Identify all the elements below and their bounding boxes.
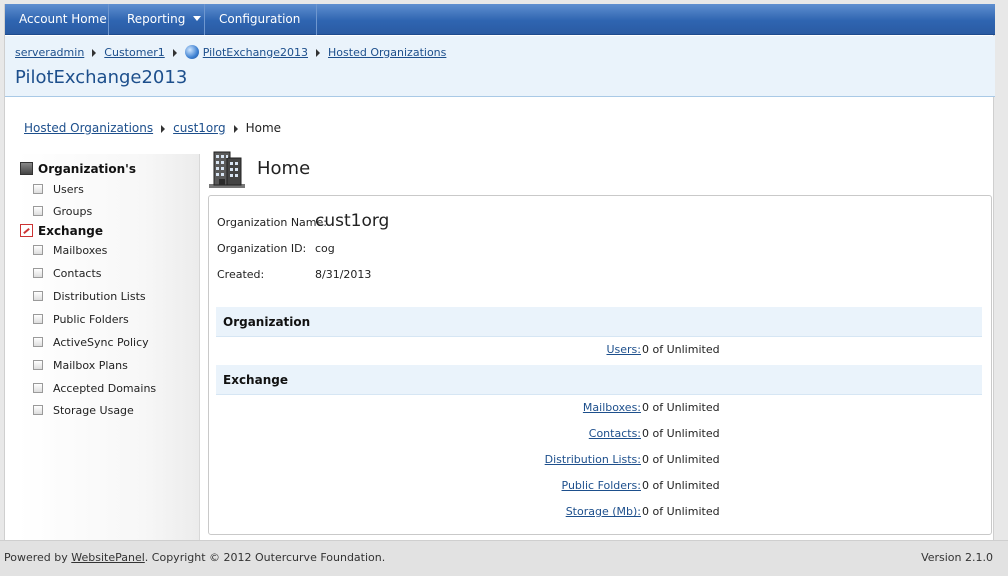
exchange-icon (20, 224, 33, 237)
breadcrumb-separator-icon (92, 49, 97, 57)
created-label: Created: (217, 268, 265, 281)
org-id-value: cog (315, 242, 335, 255)
stat-row-mailboxes: Mailboxes: 0 of Unlimited (216, 401, 982, 417)
menu-bullet-icon (33, 405, 43, 415)
page-frame: Account Home Reporting Configuration ser… (4, 4, 995, 540)
breadcrumb-separator-icon (316, 49, 321, 57)
menu-bullet-icon (33, 268, 43, 278)
org-name-label: Organization Name: (217, 216, 327, 229)
sidebar-item-storage-usage[interactable]: Storage Usage (33, 404, 134, 420)
sidebar-item-distribution-lists[interactable]: Distribution Lists (33, 290, 146, 306)
nav-configuration[interactable]: Configuration (205, 4, 317, 52)
sidebar-group-exchange: Exchange (20, 224, 103, 242)
menu-bullet-icon (33, 337, 43, 347)
footer-copyright: Powered by WebsitePanel. Copyright © 201… (4, 551, 385, 564)
distribution-lists-link[interactable]: Distribution Lists: (545, 453, 641, 466)
menu-bullet-icon (33, 291, 43, 301)
sidebar-item-groups[interactable]: Groups (33, 205, 92, 221)
menu-bullet-icon (33, 245, 43, 255)
stat-row-users: Users: 0 of Unlimited (216, 343, 982, 359)
sidebar-item-label: Contacts (53, 267, 102, 280)
distribution-lists-value: 0 of Unlimited (642, 453, 720, 466)
mailboxes-value: 0 of Unlimited (642, 401, 720, 414)
nav-account-home[interactable]: Account Home (5, 4, 109, 35)
sidebar-item-users[interactable]: Users (33, 183, 84, 199)
stat-row-storage: Storage (Mb): 0 of Unlimited (216, 505, 982, 521)
sidebar-item-label: Mailbox Plans (53, 359, 128, 372)
breadcrumb-space[interactable]: PilotExchange2013 (203, 46, 308, 59)
menu-bullet-icon (33, 206, 43, 216)
stat-row-distribution-lists: Distribution Lists: 0 of Unlimited (216, 453, 982, 469)
sidebar-item-label: Groups (53, 205, 93, 218)
footer-copyright-text: . Copyright © 2012 Outercurve Foundation… (144, 551, 386, 564)
contacts-value: 0 of Unlimited (642, 427, 720, 440)
breadcrumb: serveradmin Customer1 PilotExchange2013 Hos… (15, 45, 446, 59)
storage-value: 0 of Unlimited (642, 505, 720, 518)
nav-reporting[interactable]: Reporting (113, 4, 205, 35)
users-link[interactable]: Users: (606, 343, 641, 356)
section-exchange: Exchange (216, 365, 982, 395)
storage-link[interactable]: Storage (Mb): (566, 505, 641, 518)
sidebar-item-label: Mailboxes (53, 244, 108, 257)
created-value: 8/31/2013 (315, 268, 372, 281)
section-organization: Organization (216, 307, 982, 337)
breadcrumb-hosted-organizations[interactable]: Hosted Organizations (328, 46, 446, 59)
breadcrumb-org[interactable]: cust1org (173, 121, 225, 135)
users-value: 0 of Unlimited (642, 343, 720, 356)
globe-icon (184, 45, 199, 59)
contacts-link[interactable]: Contacts: (589, 427, 641, 440)
page-header: serveradmin Customer1 PilotExchange2013 Hos… (5, 36, 995, 97)
breadcrumb-separator-icon (172, 49, 177, 57)
breadcrumb-serveradmin[interactable]: serveradmin (15, 46, 84, 59)
menu-bullet-icon (33, 314, 43, 324)
nav-label: Configuration (219, 12, 301, 26)
organization-icon (20, 162, 33, 175)
sidebar-item-label: Public Folders (53, 313, 129, 326)
sidebar-item-mailboxes[interactable]: Mailboxes (33, 244, 107, 260)
sidebar-group-label: Exchange (38, 224, 103, 238)
organization-summary-panel: Organization Name: cust1org Organization… (208, 195, 992, 535)
chevron-down-icon (193, 16, 202, 21)
org-breadcrumb: Hosted Organizations cust1org Home (24, 120, 281, 135)
menu-bullet-icon (33, 184, 43, 194)
menu-bullet-icon (33, 360, 43, 370)
sidebar-item-label: Distribution Lists (53, 290, 146, 303)
mailboxes-link[interactable]: Mailboxes: (583, 401, 641, 414)
public-folders-link[interactable]: Public Folders: (562, 479, 641, 492)
org-id-label: Organization ID: (217, 242, 307, 255)
sidebar-item-label: Storage Usage (53, 404, 134, 417)
sidebar-item-label: ActiveSync Policy (53, 336, 149, 349)
sidebar-item-contacts[interactable]: Contacts (33, 267, 102, 283)
sidebar-group-label: Organization's (38, 162, 136, 176)
stat-row-contacts: Contacts: 0 of Unlimited (216, 427, 982, 443)
stat-row-public-folders: Public Folders: 0 of Unlimited (216, 479, 982, 495)
content-title: Home (257, 158, 311, 179)
public-folders-value: 0 of Unlimited (642, 479, 720, 492)
page-title: PilotExchange2013 (15, 67, 188, 88)
sidebar: Organization's Users Groups Exchange Mai… (17, 154, 200, 540)
sidebar-item-public-folders[interactable]: Public Folders (33, 313, 129, 329)
sidebar-item-activesync-policy[interactable]: ActiveSync Policy (33, 336, 149, 352)
page-footer: Powered by WebsitePanel. Copyright © 201… (0, 540, 1008, 576)
breadcrumb-hosted-organizations[interactable]: Hosted Organizations (24, 121, 153, 135)
version-label: Version 2.1.0 (921, 551, 993, 564)
breadcrumb-separator-icon (233, 124, 238, 133)
nav-label: Account Home (19, 12, 107, 26)
building-icon (209, 151, 245, 188)
sidebar-item-mailbox-plans[interactable]: Mailbox Plans (33, 359, 128, 375)
sidebar-item-label: Accepted Domains (53, 382, 157, 395)
org-name-value: cust1org (315, 211, 390, 231)
top-nav-bar: Account Home Reporting Configuration (5, 4, 995, 52)
breadcrumb-customer[interactable]: Customer1 (104, 46, 164, 59)
nav-label: Reporting (127, 12, 186, 26)
breadcrumb-current: Home (245, 120, 282, 135)
footer-powered-prefix: Powered by (4, 551, 72, 564)
sidebar-item-accepted-domains[interactable]: Accepted Domains (33, 382, 156, 398)
websitepanel-link[interactable]: WebsitePanel (71, 551, 145, 564)
breadcrumb-separator-icon (161, 124, 166, 133)
sidebar-item-label: Users (53, 183, 84, 196)
sidebar-group-organization: Organization's (20, 162, 136, 180)
menu-bullet-icon (33, 383, 43, 393)
